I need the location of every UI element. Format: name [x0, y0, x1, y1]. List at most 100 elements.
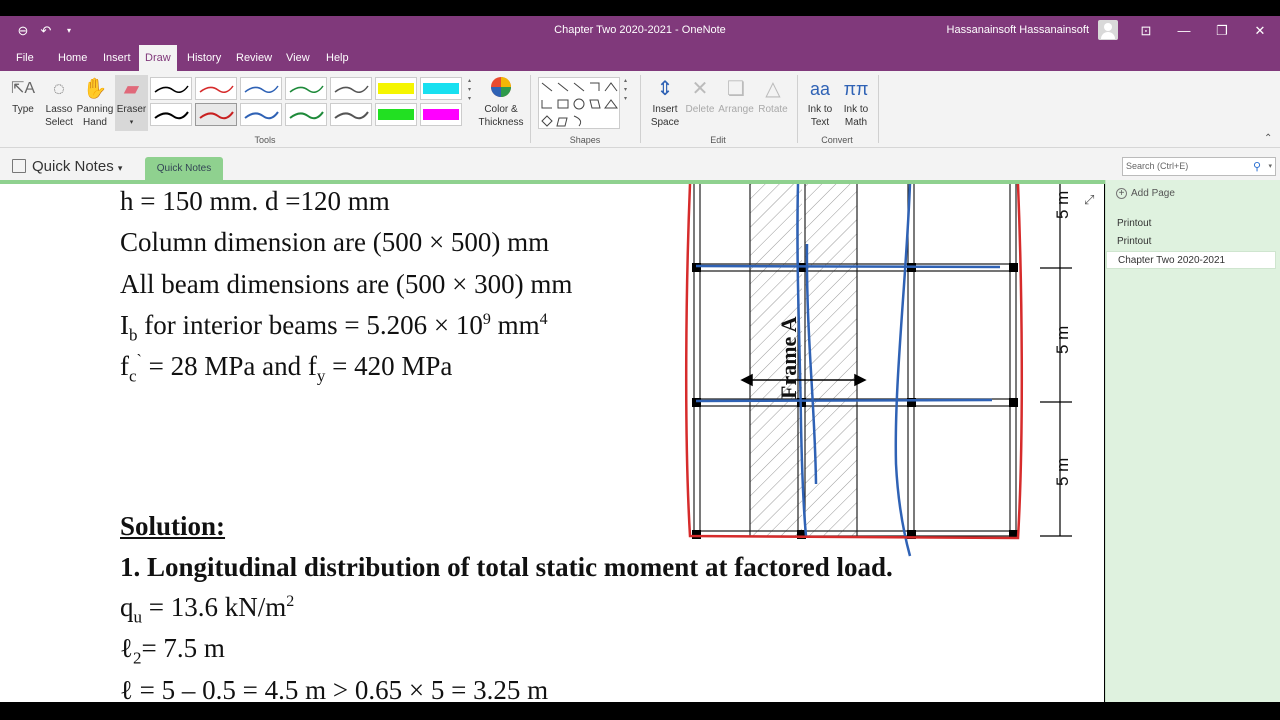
- pen-gallery-scroll[interactable]: ▴ ▾ ▾: [465, 77, 474, 104]
- type-button[interactable]: ⇱A Type: [8, 75, 38, 116]
- search-input[interactable]: Search (Ctrl+E) ⚲ ▾: [1122, 157, 1276, 176]
- page-item-printout-2[interactable]: Printout: [1106, 233, 1276, 251]
- ink-to-math-icon: ππ: [843, 79, 869, 99]
- rotate-label: Rotate: [758, 104, 788, 115]
- collapse-ribbon-icon[interactable]: ⌃: [1264, 133, 1272, 144]
- notebook-dropdown[interactable]: Quick Notes ▾: [12, 158, 122, 175]
- pen-blue-thick[interactable]: [240, 103, 282, 126]
- eraser-dropdown-icon[interactable]: ▾: [115, 116, 148, 129]
- line-slab: h = 150 mm. d =120 mm: [120, 186, 390, 216]
- color-thickness-button[interactable]: Color & Thickness: [478, 75, 524, 129]
- ink-to-text-icon: aa: [809, 79, 831, 99]
- insert-space-button[interactable]: ⇕ Insert Space: [646, 75, 684, 129]
- line-ib: Ib for interior beams = 5.206 × 109 mm4: [120, 310, 548, 345]
- ribbon-display-icon[interactable]: ⊡: [1128, 16, 1164, 45]
- page-item-printout-1[interactable]: Printout: [1106, 215, 1276, 233]
- fc-subscript: c: [129, 366, 137, 386]
- line-material: fc` = 28 MPa and fy = 420 MPa: [120, 351, 452, 386]
- search-icon[interactable]: ⚲: [1253, 159, 1261, 176]
- highlighter-cyan[interactable]: [420, 77, 462, 100]
- dimension-label-3: 5 m: [1053, 458, 1072, 486]
- notebook-name: Quick Notes: [32, 158, 114, 175]
- ink-to-text-label-2: Text: [810, 117, 830, 128]
- fc-text: = 28 MPa and f: [141, 351, 317, 381]
- arrange-button[interactable]: ❏ Arrange: [717, 75, 755, 116]
- menu-file[interactable]: File: [10, 45, 40, 71]
- panning-label-1: Panning: [76, 104, 114, 115]
- pen-gallery: [150, 76, 463, 130]
- ib-exponent: 9: [482, 311, 491, 328]
- shapes-gallery-scroll[interactable]: ▴ ▾ ▾: [621, 77, 630, 104]
- close-button[interactable]: ✕: [1242, 16, 1278, 45]
- pen-red-thick-selected[interactable]: [195, 103, 237, 126]
- pen-blue-thin[interactable]: [240, 77, 282, 100]
- shapes-gallery[interactable]: [538, 77, 620, 129]
- l2-text: = 7.5 m: [141, 633, 225, 663]
- highlighter-green[interactable]: [375, 103, 417, 126]
- insert-space-label-1: Insert: [652, 104, 678, 115]
- pen-gray-thick[interactable]: [330, 103, 372, 126]
- pen-green-thick[interactable]: [285, 103, 327, 126]
- menu-help[interactable]: Help: [320, 45, 355, 71]
- divider: [640, 75, 641, 143]
- pen-green-thin[interactable]: [285, 77, 327, 100]
- pen-black-thin[interactable]: [150, 77, 192, 100]
- title-bar: ⊖ ↶ ▾ Chapter Two 2020-2021 - OneNote Ha…: [0, 16, 1280, 45]
- menu-history[interactable]: History: [181, 45, 227, 71]
- pen-red-thin[interactable]: [195, 77, 237, 100]
- divider: [878, 75, 879, 143]
- delete-label: Delete: [685, 104, 715, 115]
- minimize-button[interactable]: —: [1166, 16, 1202, 45]
- eraser-button[interactable]: ▰ Eraser ▾: [115, 75, 148, 131]
- line-qu: qu = 13.6 kN/m2: [120, 592, 294, 627]
- delete-button[interactable]: ✕ Delete: [683, 75, 717, 116]
- page-item-chapter-two[interactable]: Chapter Two 2020-2021: [1106, 251, 1276, 269]
- highlighter-magenta[interactable]: [420, 103, 462, 126]
- pages-pane: + Add Page Printout Printout Chapter Two …: [1105, 180, 1280, 702]
- user-name[interactable]: Hassanainsoft Hassanainsoft: [947, 24, 1089, 36]
- menu-bar: File Home Insert Draw History Review Vie…: [0, 45, 1280, 71]
- type-label: Type: [12, 104, 34, 115]
- line-beam-dimension: All beam dimensions are (500 × 300) mm: [120, 269, 573, 299]
- pen-gray-thin[interactable]: [330, 77, 372, 100]
- ib-text: for interior beams = 5.206 × 10: [137, 310, 483, 340]
- qu-subscript: u: [133, 607, 143, 627]
- ink-to-math-label-1: Ink to: [843, 104, 869, 115]
- menu-view[interactable]: View: [280, 45, 316, 71]
- expand-page-icon[interactable]: ⤢: [1084, 192, 1094, 208]
- search-scope-dropdown-icon[interactable]: ▾: [1268, 158, 1272, 175]
- fy-text: = 420 MPa: [325, 351, 453, 381]
- ib-symbol: I: [120, 310, 129, 340]
- ib-unit: mm: [490, 310, 540, 340]
- color-thickness-label-2: Thickness: [478, 117, 524, 128]
- ink-to-math-button[interactable]: ππ Ink to Math: [838, 75, 874, 129]
- note-page[interactable]: h = 150 mm. d =120 mm Column dimension a…: [0, 184, 1104, 702]
- menu-insert[interactable]: Insert: [97, 45, 137, 71]
- search-placeholder: Search (Ctrl+E): [1126, 161, 1189, 171]
- rotate-button[interactable]: △ Rotate: [755, 75, 791, 116]
- user-avatar-icon[interactable]: [1098, 20, 1118, 40]
- restore-button[interactable]: ❐: [1204, 16, 1240, 45]
- type-cursor-icon: ⇱A: [10, 80, 36, 97]
- insert-space-label-2: Space: [650, 117, 680, 128]
- dimension-label-1: 5 m: [1053, 191, 1072, 219]
- qu-symbol: q: [120, 592, 134, 622]
- color-thickness-label-1: Color &: [484, 104, 518, 115]
- plus-icon: +: [1116, 188, 1127, 199]
- pen-black-thick[interactable]: [150, 103, 192, 126]
- chevron-down-icon: ▾: [117, 163, 123, 173]
- insert-space-icon: ⇕: [656, 78, 674, 100]
- highlighter-yellow[interactable]: [375, 77, 417, 100]
- menu-draw[interactable]: Draw: [139, 45, 177, 71]
- add-page-button[interactable]: + Add Page: [1116, 188, 1175, 199]
- top-black-bar: [0, 0, 1280, 16]
- ink-to-text-button[interactable]: aa Ink to Text: [802, 75, 838, 129]
- ink-to-math-label-2: Math: [844, 117, 868, 128]
- section-tab-quick-notes[interactable]: Quick Notes: [145, 157, 223, 180]
- panning-hand-button[interactable]: ✋ Panning Hand: [76, 75, 114, 129]
- lasso-select-button[interactable]: ◌ Lasso Select: [42, 75, 76, 129]
- menu-review[interactable]: Review: [230, 45, 278, 71]
- menu-home[interactable]: Home: [52, 45, 93, 71]
- lasso-label-1: Lasso: [45, 104, 73, 115]
- panning-label-2: Hand: [83, 117, 107, 128]
